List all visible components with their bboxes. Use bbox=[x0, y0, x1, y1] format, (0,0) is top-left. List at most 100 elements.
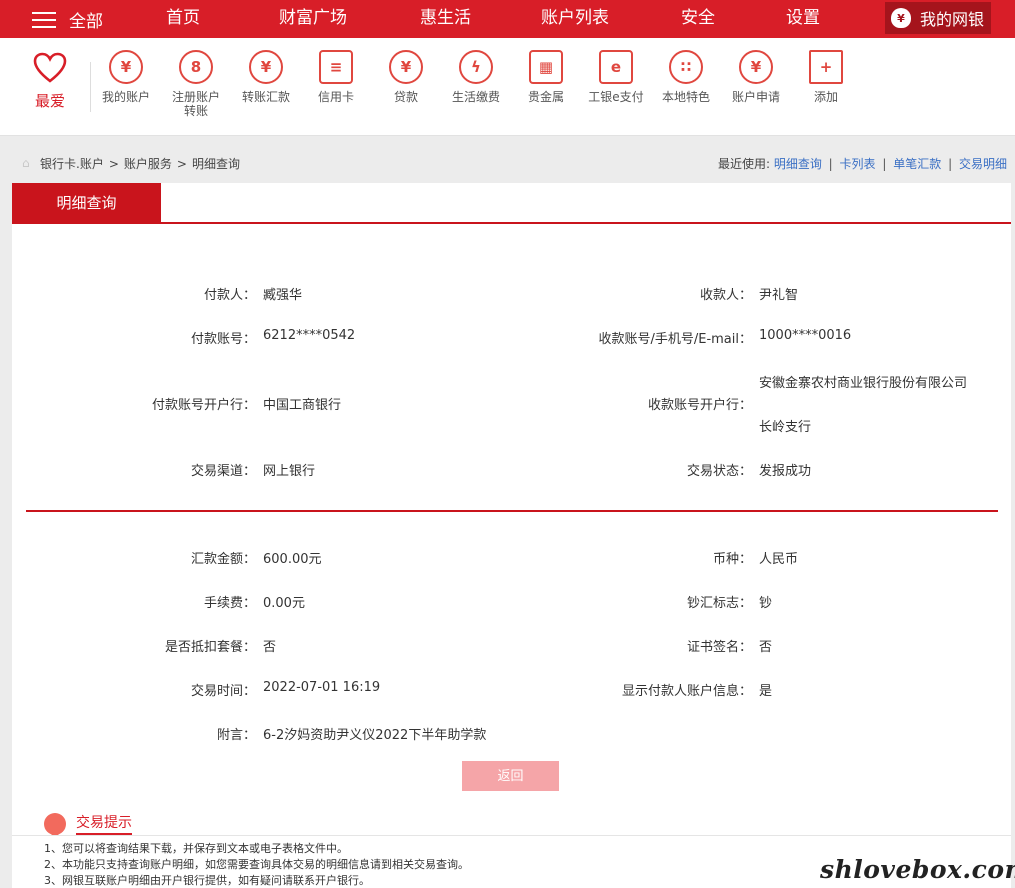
fee-label: 手续费： bbox=[203, 596, 256, 611]
tab-detail-query[interactable]: 明细查询 bbox=[12, 183, 161, 224]
recent-separator: | bbox=[828, 157, 833, 171]
quick-access-bar: 最爱 ¥ 我的账户 8 注册账户转账 ¥ 转账汇款 ≡ 信用卡 ¥ 贷款 ϟ 生… bbox=[0, 38, 1015, 136]
payer-bank-value: 中国工商银行 bbox=[263, 398, 342, 413]
cert-label: 证书签名： bbox=[686, 640, 752, 655]
quick-add[interactable]: + 添加 bbox=[791, 50, 861, 104]
recently-used: 最近使用: 明细查询 | 卡列表 | 单笔汇款 | 交易明细 bbox=[718, 155, 1007, 172]
tips-divider bbox=[12, 835, 1011, 836]
tips-header: 交易提示 bbox=[44, 812, 132, 836]
nav-account-list[interactable]: 账户列表 bbox=[541, 0, 609, 36]
content-panel: 明细查询 付款人： 臧强华 收款人： 尹礼智 付款账号： 6212****054… bbox=[12, 183, 1011, 888]
payer-account-value: 6212****0542 bbox=[263, 328, 356, 343]
my-bank-button[interactable]: ¥ 我的网银 bbox=[885, 2, 991, 34]
quick-remit[interactable]: ¥ 转账汇款 bbox=[231, 50, 301, 104]
remit-icon: ¥ bbox=[249, 50, 283, 84]
all-menu-label: 全部 bbox=[69, 11, 103, 32]
quick-credit-card[interactable]: ≡ 信用卡 bbox=[301, 50, 371, 104]
breadcrumb-separator: > bbox=[176, 156, 187, 171]
recent-link-transaction-detail[interactable]: 交易明细 bbox=[959, 157, 1007, 171]
quick-item-label: 贵金属 bbox=[527, 90, 564, 104]
cert-value: 否 bbox=[759, 640, 773, 655]
payee-bank-label: 收款账号开户行： bbox=[647, 398, 752, 413]
my-bank-label: 我的网银 bbox=[920, 10, 985, 29]
hamburger-icon bbox=[32, 10, 56, 28]
nav-wealth[interactable]: 财富广场 bbox=[279, 0, 347, 36]
quick-account-apply[interactable]: ¥ 账户申请 bbox=[721, 50, 791, 104]
quick-item-label: 工银e支付 bbox=[588, 90, 644, 104]
cash-flag-value: 钞 bbox=[759, 596, 773, 611]
recent-separator: | bbox=[882, 157, 887, 171]
payer-value: 臧强华 bbox=[263, 288, 303, 303]
status-label: 交易状态： bbox=[686, 464, 752, 479]
recent-separator: | bbox=[948, 157, 953, 171]
quick-item-label: 注册账户转账 bbox=[172, 90, 221, 118]
nav-life[interactable]: 惠生活 bbox=[420, 0, 471, 36]
quick-item-label: 转账汇款 bbox=[241, 90, 290, 104]
nav-home[interactable]: 首页 bbox=[166, 0, 200, 36]
local-icon: ∷ bbox=[669, 50, 703, 84]
cash-flag-label: 钞汇标志： bbox=[686, 596, 752, 611]
quick-local[interactable]: ∷ 本地特色 bbox=[651, 50, 721, 104]
section-divider bbox=[26, 510, 998, 512]
heart-icon bbox=[33, 52, 67, 83]
note-value: 6-2汐妈资助尹义仪2022下半年助学款 bbox=[263, 728, 487, 743]
recent-link-single-remit[interactable]: 单笔汇款 bbox=[893, 157, 941, 171]
status-value: 发报成功 bbox=[759, 464, 812, 479]
show-payer-value: 是 bbox=[759, 684, 773, 699]
transfer-icon: 8 bbox=[179, 50, 213, 84]
show-payer-label: 显示付款人账户信息： bbox=[621, 684, 752, 699]
time-value: 2022-07-01 16:19 bbox=[263, 680, 381, 695]
payee-bank-value-line1: 安徽金寨农村商业银行股份有限公司 bbox=[759, 376, 968, 391]
favorites-button[interactable]: 最爱 bbox=[28, 52, 72, 111]
apply-icon: ¥ bbox=[739, 50, 773, 84]
recent-link-card-list[interactable]: 卡列表 bbox=[840, 157, 876, 171]
gold-bars-icon: ▦ bbox=[529, 50, 563, 84]
quick-precious-metal[interactable]: ▦ 贵金属 bbox=[511, 50, 581, 104]
breadcrumb-separator: > bbox=[108, 156, 119, 171]
money-bag-icon: ¥ bbox=[891, 8, 911, 28]
quick-registered-transfer[interactable]: 8 注册账户转账 bbox=[161, 50, 231, 118]
breadcrumb-item[interactable]: 账户服务 bbox=[124, 155, 172, 172]
quick-loan[interactable]: ¥ 贷款 bbox=[371, 50, 441, 104]
all-menu-button[interactable]: 全部 bbox=[32, 0, 103, 38]
currency-value: 人民币 bbox=[759, 552, 799, 567]
quick-item-label: 贷款 bbox=[393, 90, 418, 104]
quick-utility[interactable]: ϟ 生活缴费 bbox=[441, 50, 511, 104]
nav-settings[interactable]: 设置 bbox=[786, 0, 820, 36]
tab-bar: 明细查询 bbox=[12, 183, 1011, 224]
breadcrumb-item[interactable]: 银行卡.账户 bbox=[40, 155, 104, 172]
note-label: 附言： bbox=[216, 728, 256, 743]
quick-item-label: 信用卡 bbox=[317, 90, 354, 104]
payee-bank-value-line2: 长岭支行 bbox=[759, 420, 812, 435]
quick-item-label: 生活缴费 bbox=[451, 90, 500, 104]
quick-item-label: 本地特色 bbox=[661, 90, 710, 104]
package-value: 否 bbox=[263, 640, 277, 655]
amount-label: 汇款金额： bbox=[190, 552, 256, 567]
currency-label: 币种： bbox=[712, 552, 752, 567]
loan-bag-icon: ¥ bbox=[389, 50, 423, 84]
tips-title: 交易提示 bbox=[76, 812, 132, 835]
nav-security[interactable]: 安全 bbox=[681, 0, 715, 36]
payee-value: 尹礼智 bbox=[759, 288, 799, 303]
time-label: 交易时间： bbox=[190, 684, 256, 699]
favorites-label: 最爱 bbox=[34, 92, 65, 110]
tip-item: 3、网银互联账户明细由开户银行提供，如有疑问请联系开户银行。 bbox=[44, 874, 370, 887]
quick-item-label: 我的账户 bbox=[101, 90, 150, 104]
utility-icon: ϟ bbox=[459, 50, 493, 84]
quick-epay[interactable]: e 工银e支付 bbox=[581, 50, 651, 104]
recent-link-detail-query[interactable]: 明细查询 bbox=[774, 157, 822, 171]
channel-value: 网上银行 bbox=[263, 464, 316, 479]
fee-value: 0.00元 bbox=[263, 596, 305, 611]
channel-label: 交易渠道： bbox=[190, 464, 256, 479]
back-button[interactable]: 返回 bbox=[462, 761, 559, 791]
payee-label: 收款人： bbox=[699, 288, 752, 303]
amount-value: 600.00元 bbox=[263, 552, 322, 567]
quick-my-account[interactable]: ¥ 我的账户 bbox=[91, 50, 161, 104]
payee-account-label: 收款账号/手机号/E-mail： bbox=[598, 332, 752, 347]
package-label: 是否抵扣套餐： bbox=[164, 640, 256, 655]
home-icon[interactable]: ⌂ bbox=[22, 157, 34, 169]
payer-label: 付款人： bbox=[203, 288, 256, 303]
watermark-text: shlovebox.com bbox=[820, 855, 1015, 884]
breadcrumb: ⌂ 银行卡.账户 > 账户服务 > 明细查询 bbox=[22, 155, 240, 172]
payer-account-label: 付款账号： bbox=[190, 332, 256, 347]
